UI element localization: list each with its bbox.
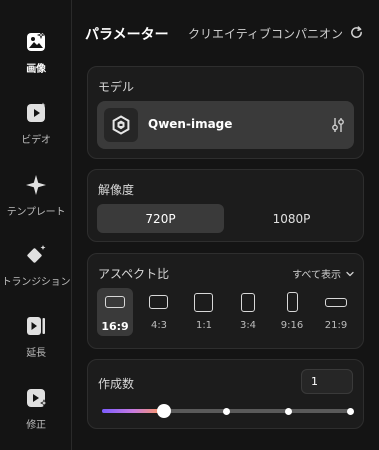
aspect-shape bbox=[149, 295, 168, 309]
show-all-label: すべて表示 bbox=[292, 270, 341, 281]
count-slider[interactable] bbox=[102, 404, 354, 418]
aspect-option-1-1[interactable]: 1:1 bbox=[186, 288, 222, 336]
aspect-label: 9:16 bbox=[280, 320, 304, 331]
qwen-logo-icon bbox=[112, 115, 130, 135]
sidebar-item-edit[interactable]: 修正 bbox=[0, 386, 72, 431]
tab-creative-companion[interactable]: クリエイティブコンパニオン bbox=[188, 25, 343, 42]
aspect-shape bbox=[194, 293, 213, 312]
slider-fill bbox=[102, 409, 164, 413]
aspect-ratio-card: アスペクト比 すべて表示 16:9 4:3 1:1 3:4 9:16 21:9 bbox=[87, 253, 364, 349]
tab-parameters[interactable]: パラメーター bbox=[85, 24, 169, 44]
sidebar-item-label: テンプレート bbox=[6, 207, 66, 218]
resolution-title: 解像度 bbox=[98, 183, 135, 197]
sidebar-item-image[interactable]: 画像 bbox=[0, 30, 72, 75]
aspect-option-9-16[interactable]: 9:16 bbox=[274, 288, 310, 336]
slider-thumb[interactable] bbox=[157, 404, 171, 418]
aspect-label: 21:9 bbox=[324, 320, 348, 331]
sidebar-item-transition[interactable]: トランジション bbox=[0, 243, 72, 288]
sidebar-item-extend[interactable]: 延長 bbox=[0, 314, 72, 359]
slider-step bbox=[284, 407, 292, 415]
resolution-option-1080p[interactable]: 1080P bbox=[228, 204, 355, 233]
count-input[interactable]: 1 bbox=[301, 369, 353, 394]
aspect-option-4-3[interactable]: 4:3 bbox=[141, 288, 177, 336]
sidebar-item-label: 延長 bbox=[26, 348, 46, 359]
image-icon bbox=[27, 30, 46, 51]
sidebar-item-template[interactable]: テンプレート bbox=[0, 173, 72, 218]
model-name: Qwen-image bbox=[148, 117, 233, 131]
sidebar-item-label: トランジション bbox=[1, 277, 71, 288]
chevron-down-icon bbox=[346, 271, 354, 276]
slider-step bbox=[222, 407, 230, 415]
model-selector[interactable]: Qwen-image bbox=[97, 101, 354, 149]
aspect-ratio-title: アスペクト比 bbox=[98, 267, 170, 281]
aspect-label: 16:9 bbox=[101, 320, 129, 333]
aspect-shape bbox=[105, 296, 125, 308]
sliders-icon[interactable] bbox=[331, 117, 345, 133]
count-title: 作成数 bbox=[98, 377, 135, 391]
extend-icon bbox=[27, 317, 45, 335]
aspect-option-3-4[interactable]: 3:4 bbox=[230, 288, 266, 336]
model-title: モデル bbox=[98, 80, 135, 94]
aspect-option-16-9[interactable]: 16:9 bbox=[97, 288, 133, 336]
show-all-dropdown[interactable]: すべて表示 bbox=[292, 266, 355, 281]
slider-step bbox=[346, 407, 354, 415]
aspect-label: 3:4 bbox=[239, 320, 257, 331]
sidebar-item-video[interactable]: ビデオ bbox=[0, 101, 72, 146]
refresh-icon[interactable] bbox=[349, 25, 364, 40]
sidebar-item-label: 修正 bbox=[26, 420, 46, 431]
aspect-option-21-9[interactable]: 21:9 bbox=[318, 288, 354, 336]
aspect-label: 4:3 bbox=[150, 320, 168, 331]
transition-icon bbox=[27, 245, 46, 263]
aspect-label: 1:1 bbox=[195, 320, 213, 331]
sidebar: 画像 ビデオ テンプレート トランジション 延長 修正 bbox=[0, 0, 72, 450]
model-logo bbox=[104, 108, 138, 142]
aspect-shape bbox=[241, 293, 255, 312]
edit-icon bbox=[27, 389, 48, 407]
sidebar-item-label: ビデオ bbox=[21, 135, 51, 146]
count-card: 作成数 1 bbox=[87, 359, 364, 429]
video-icon bbox=[27, 102, 46, 122]
sparkle-icon bbox=[26, 175, 46, 195]
parameters-panel: パラメーター クリエイティブコンパニオン モデル Qwen-image 解像度 … bbox=[73, 0, 379, 450]
resolution-option-720p[interactable]: 720P bbox=[97, 204, 224, 233]
sidebar-item-label: 画像 bbox=[26, 64, 46, 75]
aspect-shape bbox=[325, 298, 347, 307]
app-window: 画像 ビデオ テンプレート トランジション 延長 修正 パラメーター クリエイテ… bbox=[0, 0, 379, 450]
aspect-shape bbox=[287, 292, 298, 312]
model-card: モデル Qwen-image bbox=[87, 66, 364, 159]
panel-header: パラメーター クリエイティブコンパニオン bbox=[73, 0, 379, 66]
resolution-card: 解像度 720P 1080P bbox=[87, 169, 364, 242]
